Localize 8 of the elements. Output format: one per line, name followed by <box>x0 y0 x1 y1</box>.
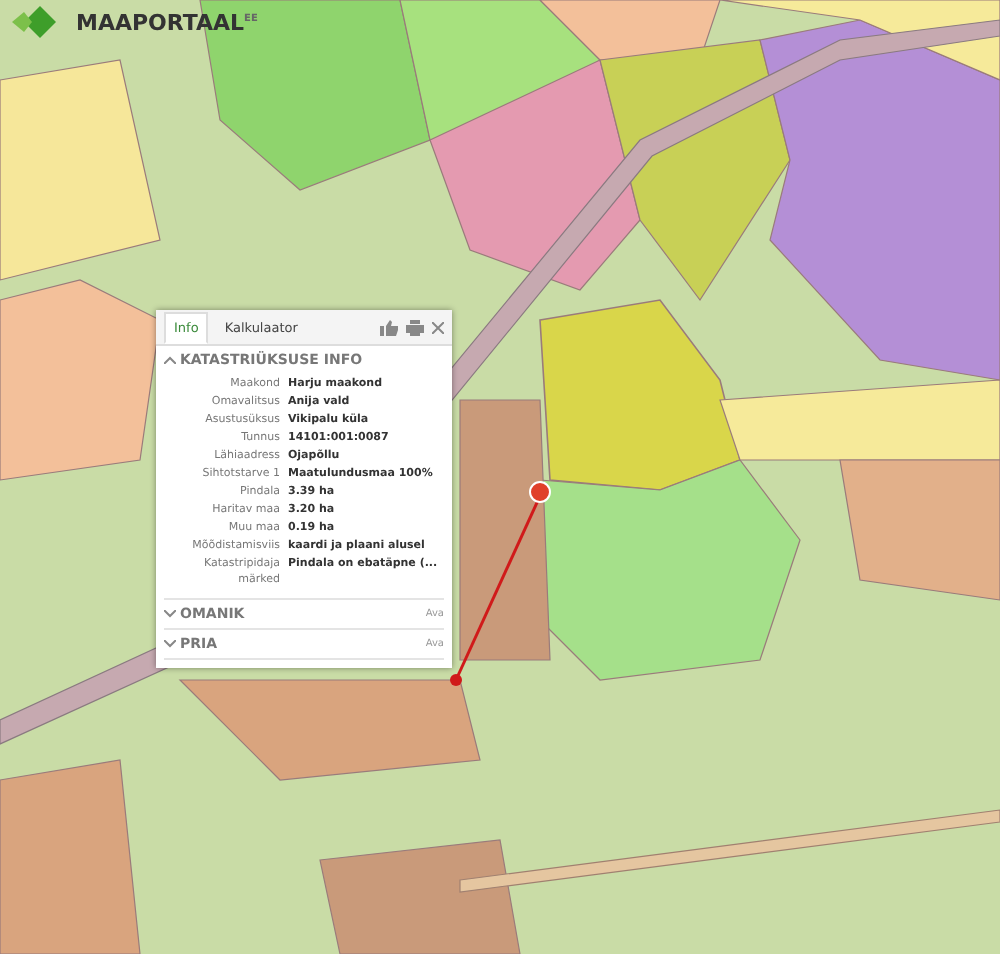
caret-up-icon[interactable] <box>164 356 176 364</box>
caret-down-icon[interactable] <box>164 640 176 648</box>
thumbs-up-icon[interactable] <box>380 319 398 335</box>
caret-down-icon[interactable] <box>164 610 176 618</box>
logo-text: MAAPORTAAL$^{EE}$ <box>76 9 258 35</box>
map-drawing[interactable] <box>0 0 1000 954</box>
close-icon[interactable] <box>432 321 444 333</box>
print-icon[interactable] <box>406 319 424 335</box>
